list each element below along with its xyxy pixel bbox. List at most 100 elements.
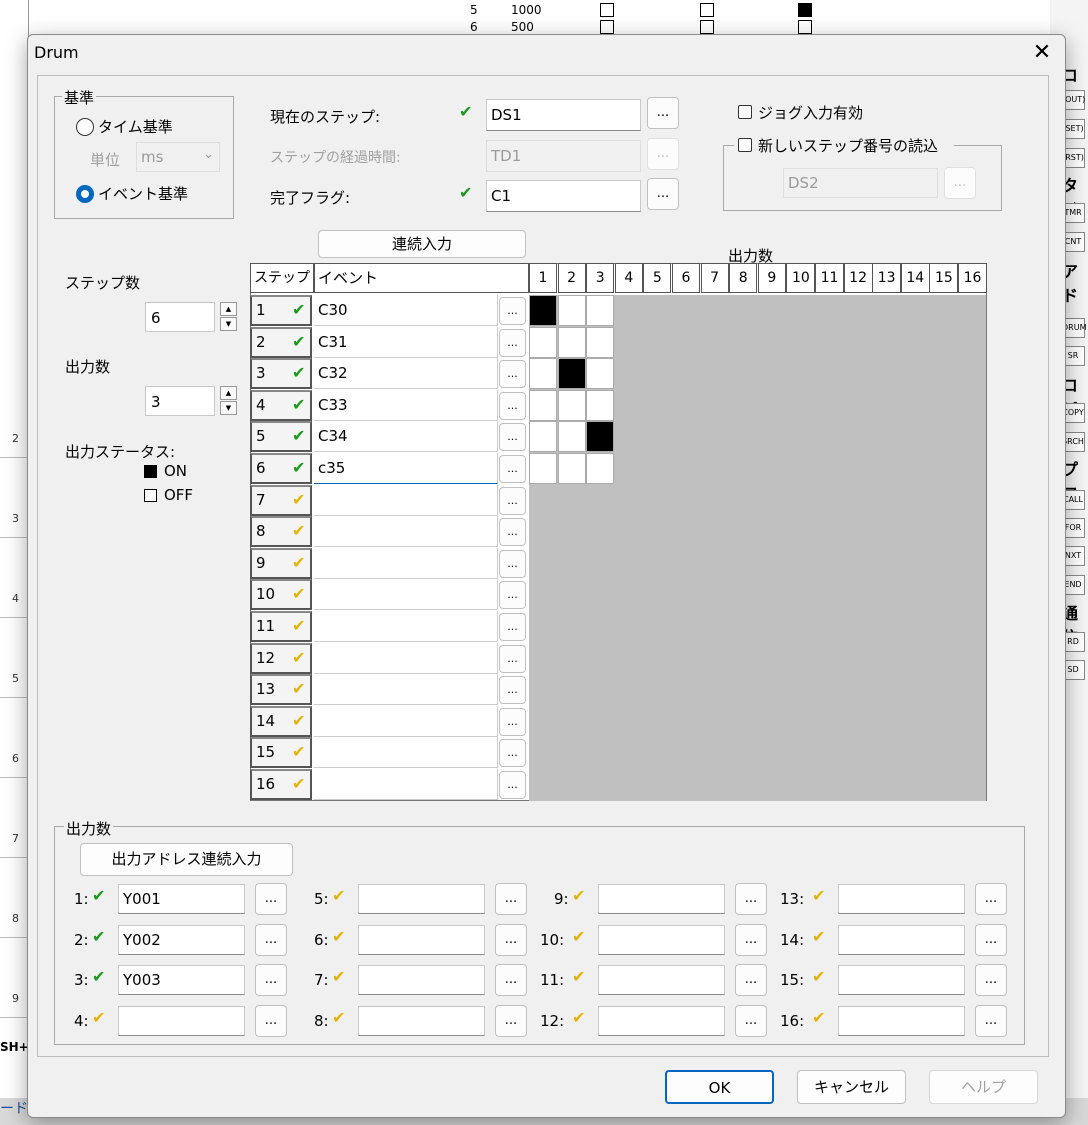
- event-input[interactable]: C33: [314, 389, 498, 421]
- output-count-spinner[interactable]: 3: [145, 386, 215, 416]
- step-row-header[interactable]: 11 ✔: [250, 611, 312, 642]
- event-input[interactable]: [314, 705, 498, 737]
- output-address-browse-button[interactable]: ...: [975, 964, 1007, 996]
- current-step-input[interactable]: DS1: [486, 99, 641, 131]
- output-address-input[interactable]: [358, 924, 485, 955]
- output-address-browse-button[interactable]: ...: [495, 923, 527, 956]
- step-row-header[interactable]: 6 ✔: [250, 453, 312, 484]
- event-browse-button[interactable]: ...: [499, 676, 526, 705]
- event-input[interactable]: C31: [314, 326, 498, 358]
- output-address-browse-button[interactable]: ...: [735, 964, 767, 996]
- output-address-input[interactable]: [838, 1005, 965, 1036]
- output-cell[interactable]: [586, 295, 615, 326]
- event-basis-radio[interactable]: [76, 185, 94, 203]
- output-address-browse-button[interactable]: ...: [735, 1004, 767, 1037]
- event-browse-button[interactable]: ...: [499, 771, 526, 799]
- event-browse-button[interactable]: ...: [499, 518, 526, 547]
- step-row-header[interactable]: 8 ✔: [250, 516, 312, 548]
- done-flag-input[interactable]: C1: [486, 180, 641, 212]
- output-cell[interactable]: [586, 453, 615, 484]
- step-count-up-icon[interactable]: ▲: [220, 302, 237, 316]
- step-row-header[interactable]: 3 ✔: [250, 358, 312, 390]
- done-flag-browse-button[interactable]: ...: [647, 178, 679, 210]
- output-address-input[interactable]: [358, 965, 485, 995]
- event-input[interactable]: [314, 516, 498, 548]
- output-address-input[interactable]: Y002: [118, 924, 245, 955]
- event-browse-button[interactable]: ...: [499, 297, 526, 325]
- event-input[interactable]: [314, 579, 498, 611]
- output-address-input[interactable]: [598, 965, 725, 995]
- current-step-browse-button[interactable]: ...: [647, 97, 679, 129]
- step-count-down-icon[interactable]: ▼: [220, 317, 237, 331]
- output-address-browse-button[interactable]: ...: [735, 883, 767, 915]
- output-cell[interactable]: [586, 358, 615, 390]
- event-input[interactable]: [314, 642, 498, 674]
- event-browse-button[interactable]: ...: [499, 328, 526, 357]
- step-row-header[interactable]: 15 ✔: [250, 737, 312, 769]
- time-basis-radio[interactable]: [76, 118, 94, 136]
- output-address-input[interactable]: [838, 884, 965, 914]
- output-address-input[interactable]: [118, 1005, 245, 1036]
- event-input[interactable]: [314, 484, 498, 516]
- output-count-up-icon[interactable]: ▲: [220, 386, 237, 400]
- event-input[interactable]: [314, 611, 498, 642]
- elapsed-time-browse-button[interactable]: ...: [647, 138, 679, 170]
- output-cell[interactable]: [529, 421, 557, 453]
- help-button[interactable]: ヘルプ: [929, 1070, 1038, 1104]
- event-browse-button[interactable]: ...: [499, 707, 526, 736]
- output-address-browse-button[interactable]: ...: [255, 883, 287, 915]
- step-count-spinner[interactable]: 6: [145, 302, 215, 332]
- jog-enable-checkbox[interactable]: [738, 105, 752, 119]
- step-row-header[interactable]: 5 ✔: [250, 421, 312, 453]
- new-step-input[interactable]: DS2: [783, 168, 938, 198]
- new-step-browse-button[interactable]: ...: [944, 167, 976, 199]
- output-address-browse-button[interactable]: ...: [255, 1004, 287, 1037]
- unit-select[interactable]: ms ⌄: [136, 142, 220, 172]
- step-row-header[interactable]: 10 ✔: [250, 579, 312, 611]
- output-address-input[interactable]: [358, 1005, 485, 1036]
- step-row-header[interactable]: 2 ✔: [250, 326, 312, 358]
- step-row-header[interactable]: 16 ✔: [250, 769, 312, 800]
- event-browse-button[interactable]: ...: [499, 581, 526, 610]
- step-row-header[interactable]: 12 ✔: [250, 642, 312, 674]
- step-row-header[interactable]: 14 ✔: [250, 705, 312, 737]
- output-cell[interactable]: [557, 453, 586, 484]
- output-address-input[interactable]: [598, 1005, 725, 1036]
- event-input[interactable]: C34: [314, 421, 498, 453]
- new-step-checkbox[interactable]: [738, 138, 752, 152]
- continuous-input-button[interactable]: 連続入力: [318, 230, 526, 258]
- output-address-browse-button[interactable]: ...: [975, 1004, 1007, 1037]
- output-address-continuous-button[interactable]: 出力アドレス連続入力: [80, 843, 293, 876]
- event-input[interactable]: [314, 769, 498, 800]
- step-row-header[interactable]: 1 ✔: [250, 295, 312, 326]
- event-browse-button[interactable]: ...: [499, 549, 526, 578]
- event-browse-button[interactable]: ...: [499, 613, 526, 641]
- output-address-browse-button[interactable]: ...: [255, 964, 287, 996]
- output-address-input[interactable]: [838, 965, 965, 995]
- output-address-browse-button[interactable]: ...: [495, 883, 527, 915]
- output-address-browse-button[interactable]: ...: [975, 883, 1007, 915]
- output-address-input[interactable]: Y001: [118, 884, 245, 914]
- close-icon[interactable]: ✕: [1028, 39, 1056, 67]
- cancel-button[interactable]: キャンセル: [797, 1070, 906, 1104]
- output-cell[interactable]: [557, 358, 586, 390]
- step-row-header[interactable]: 13 ✔: [250, 674, 312, 706]
- output-address-input[interactable]: [598, 924, 725, 955]
- output-address-input[interactable]: [598, 884, 725, 914]
- output-cell[interactable]: [557, 421, 586, 453]
- output-count-down-icon[interactable]: ▼: [220, 401, 237, 415]
- output-cell[interactable]: [529, 326, 557, 358]
- output-cell[interactable]: [529, 295, 557, 326]
- output-address-browse-button[interactable]: ...: [495, 1004, 527, 1037]
- output-cell[interactable]: [529, 453, 557, 484]
- event-input[interactable]: c35: [314, 453, 498, 484]
- step-row-header[interactable]: 7 ✔: [250, 484, 312, 516]
- output-cell[interactable]: [529, 358, 557, 390]
- step-row-header[interactable]: 9 ✔: [250, 547, 312, 579]
- elapsed-time-input[interactable]: TD1: [486, 140, 641, 172]
- output-cell[interactable]: [586, 326, 615, 358]
- event-browse-button[interactable]: ...: [499, 644, 526, 673]
- step-row-header[interactable]: 4 ✔: [250, 389, 312, 421]
- event-browse-button[interactable]: ...: [499, 455, 526, 483]
- output-cell[interactable]: [557, 326, 586, 358]
